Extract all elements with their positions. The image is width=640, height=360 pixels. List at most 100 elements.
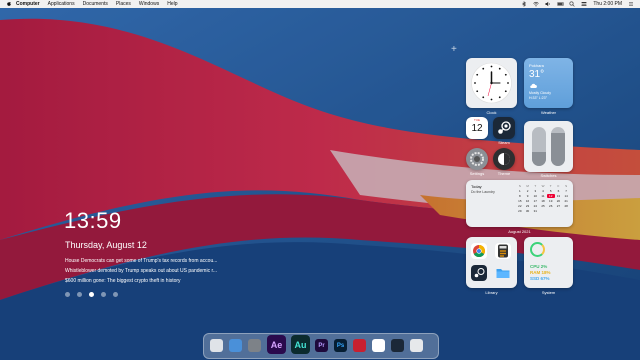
calendar-day[interactable]: 25 (539, 204, 547, 208)
notification-center-icon[interactable] (628, 1, 634, 7)
calendar-app-icon[interactable]: TUE 12 (466, 117, 488, 139)
calendar-day[interactable]: 13 (555, 194, 563, 198)
weather-condition-block: Mostly Cloudy H:33° L:23° (529, 91, 551, 100)
dock-after-effects-icon[interactable]: Ae (267, 335, 286, 354)
calendar-day[interactable]: 28 (562, 204, 570, 208)
calendar-widget[interactable]: Today Do the Laundry S M T W T F S 1 2 3 4 5 6 7 8 9 10 1… (466, 180, 573, 227)
calendar-day[interactable]: 21 (562, 199, 570, 203)
chrome-icon[interactable] (471, 243, 487, 259)
calendar-day[interactable]: 16 (524, 199, 532, 203)
calculator-icon[interactable] (495, 243, 511, 259)
dock-photoshop-icon[interactable]: Ps (334, 339, 347, 352)
calendar-day[interactable]: 15 (516, 199, 524, 203)
apple-logo-icon[interactable] (6, 1, 12, 7)
menu-places[interactable]: Places (116, 1, 131, 7)
calendar-day[interactable]: 6 (555, 189, 563, 193)
calendar-day[interactable]: 3 (531, 189, 539, 193)
control-center-icon[interactable] (581, 1, 587, 7)
calendar-day[interactable]: 7 (562, 189, 570, 193)
calendar-day[interactable]: 4 (539, 189, 547, 193)
system-widget[interactable]: CPU 2% RAM 18% SSD 67% (524, 237, 573, 288)
dock-trash-icon[interactable] (410, 339, 423, 352)
battery-icon[interactable] (557, 1, 565, 7)
cloud-icon (530, 83, 537, 88)
page-dot[interactable] (65, 292, 70, 297)
add-widget-icon[interactable]: + (451, 44, 457, 55)
wifi-icon[interactable] (533, 1, 540, 7)
weather-range: H:33° L:23° (529, 95, 547, 100)
calendar-weekday: W (541, 184, 545, 188)
calendar-day[interactable]: 11 (539, 194, 547, 198)
theme-toggle-icon[interactable] (493, 148, 515, 170)
volume-icon[interactable] (545, 1, 551, 7)
dock-settings-app-icon[interactable] (248, 339, 261, 352)
calendar-day[interactable]: 17 (531, 199, 539, 203)
weather-widget[interactable]: Pokhara 31° Mostly Cloudy H:33° L:23° (524, 58, 573, 108)
menu-applications[interactable]: Applications (48, 1, 75, 7)
calendar-day[interactable]: 23 (524, 204, 532, 208)
menu-computer[interactable]: Computer (16, 1, 40, 7)
calendar-day[interactable]: 10 (531, 194, 539, 198)
calendar-day[interactable]: 8 (516, 194, 524, 198)
calendar-day[interactable]: 14 (562, 194, 570, 198)
bluetooth-icon[interactable] (521, 1, 527, 7)
page-indicator (65, 292, 118, 297)
page-dot[interactable] (89, 292, 94, 297)
dock-mail-app-icon[interactable] (353, 339, 366, 352)
cpu-ring-gauge (530, 242, 545, 257)
calendar-icon-day: 12 (471, 123, 483, 134)
folder-icon[interactable] (495, 265, 511, 281)
cpu-usage: CPU 2% (530, 264, 548, 269)
calendar-day[interactable]: 26 (547, 204, 555, 208)
gear-icon (470, 152, 484, 166)
calendar-day[interactable]: 30 (524, 209, 532, 213)
menu-documents[interactable]: Documents (83, 1, 108, 7)
dock-chrome-app-icon[interactable] (372, 339, 385, 352)
dock-audition-icon[interactable]: Au (291, 335, 310, 354)
switches-widget[interactable] (524, 121, 573, 172)
calendar-day[interactable]: 27 (555, 204, 563, 208)
library-widget[interactable] (466, 237, 517, 288)
settings-app-icon[interactable] (466, 148, 488, 170)
clock-widget[interactable] (466, 58, 517, 108)
calendar-widget-label: August 2021 (508, 229, 531, 234)
calendar-day[interactable]: 9 (524, 194, 532, 198)
page-dot[interactable] (77, 292, 82, 297)
menu-windows[interactable]: Windows (139, 1, 159, 7)
dock-premiere-icon[interactable]: Pr (315, 339, 328, 352)
calendar-day[interactable]: 12 (546, 194, 555, 198)
steam-app-icon[interactable] (493, 117, 515, 139)
calendar-day[interactable]: 1 (516, 189, 524, 193)
brightness-slider[interactable] (551, 127, 565, 166)
steam-logo-icon (498, 121, 511, 134)
calendar-day[interactable]: 18 (539, 199, 547, 203)
news-headline[interactable]: $600 million gone: The biggest crypto th… (65, 276, 245, 286)
calendar-day[interactable]: 19 (547, 199, 555, 203)
volume-slider[interactable] (532, 127, 546, 166)
ssd-usage: SSD 67% (530, 276, 550, 281)
clock-widget-label: Clock (486, 110, 497, 115)
calendar-day[interactable]: 5 (547, 189, 555, 193)
calendar-day[interactable]: 2 (524, 189, 532, 193)
calendar-day[interactable]: 29 (516, 209, 524, 213)
menubar-clock[interactable]: Thu 2:00 PM (593, 1, 622, 7)
news-headline[interactable]: Whistleblower demoted by Trump speaks ou… (65, 266, 245, 276)
menu-help[interactable]: Help (167, 1, 177, 7)
dock-app-store-icon[interactable] (229, 339, 242, 352)
weather-temperature: 31° (529, 69, 545, 80)
calendar-day[interactable]: 31 (531, 209, 539, 213)
news-headline[interactable]: House Democrats can get some of Trump's … (65, 256, 245, 266)
calendar-day[interactable]: 24 (531, 204, 539, 208)
calendar-day[interactable]: 22 (516, 204, 524, 208)
page-dot[interactable] (101, 292, 106, 297)
calendar-event[interactable]: Do the Laundry (471, 190, 495, 194)
large-date: Thursday, August 12 (65, 240, 147, 250)
switches-label: Switches (540, 173, 557, 178)
calendar-weekday: T (534, 184, 537, 188)
steam-icon[interactable] (471, 265, 487, 281)
dock-clock-app-icon[interactable] (210, 339, 223, 352)
page-dot[interactable] (113, 292, 118, 297)
dock-steam-app-icon[interactable] (391, 339, 404, 352)
search-icon[interactable] (569, 1, 575, 7)
calendar-day[interactable]: 20 (555, 199, 563, 203)
